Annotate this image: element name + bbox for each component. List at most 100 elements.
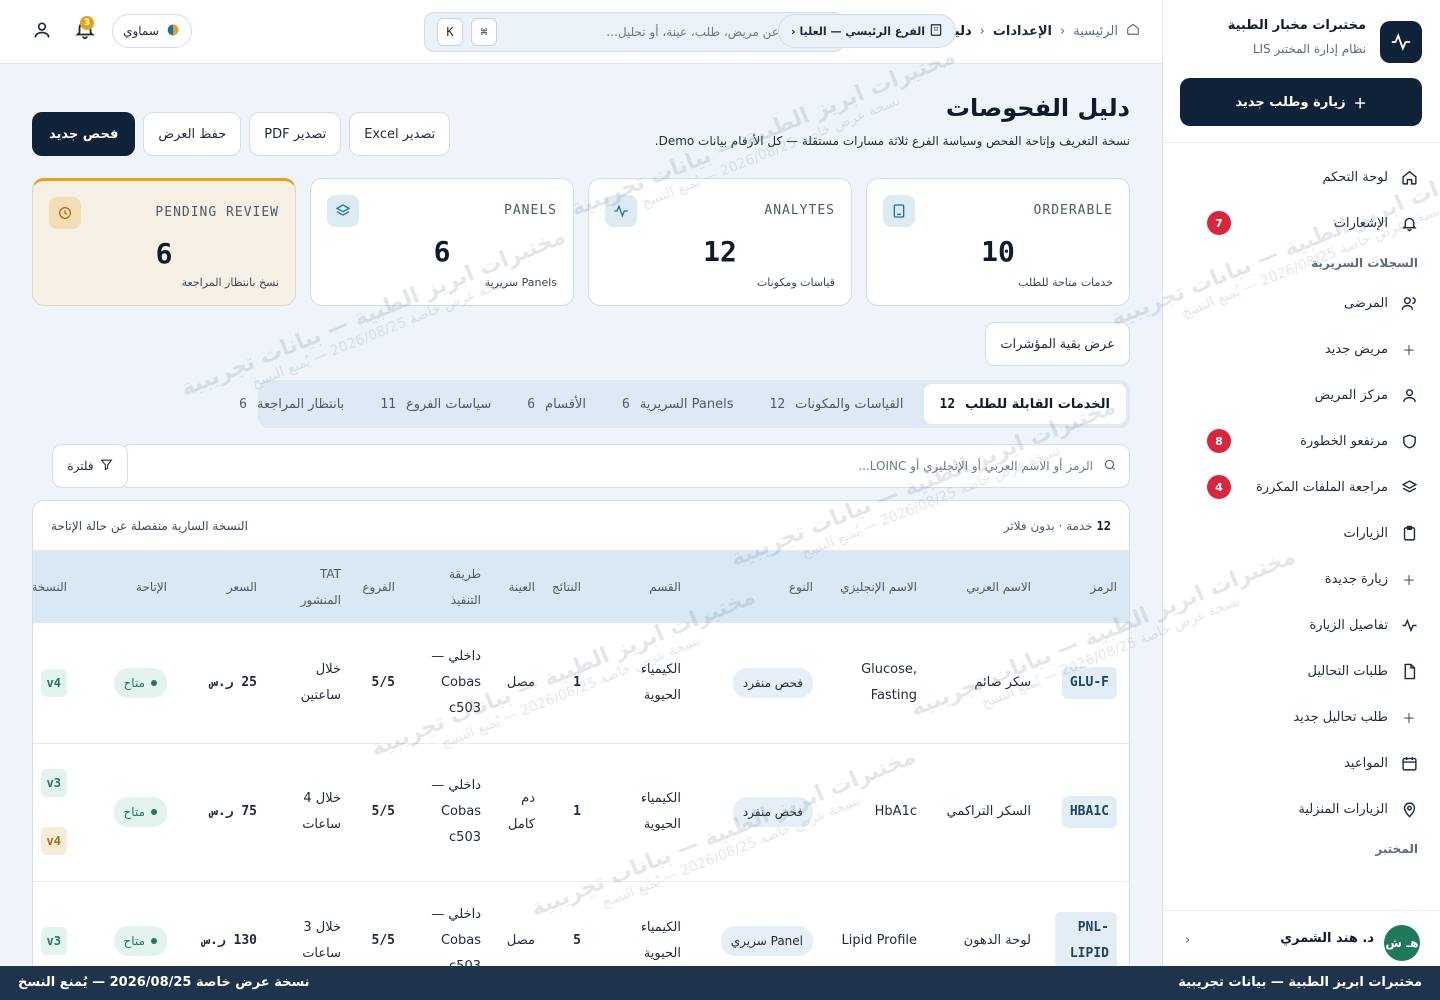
tab-count: 6: [527, 396, 536, 412]
theme-toggle[interactable]: سماوي: [112, 14, 192, 48]
sidebar-item-notifications[interactable]: الإشعارات 7: [1163, 200, 1440, 246]
tab-panels[interactable]: Panels السريرية 6: [606, 384, 750, 424]
sidebar-item-visits[interactable]: الزيارات: [1163, 510, 1440, 556]
branches: 5/5: [371, 674, 395, 690]
layers-icon: [327, 195, 359, 227]
test-code: GLU-F: [1061, 666, 1117, 699]
table-row[interactable]: GLU-F سكر صائم Glucose, Fasting فحص منفر…: [33, 623, 1129, 743]
tat: خلال 3 ساعات: [302, 920, 341, 961]
sample-type: دم كامل: [508, 791, 535, 832]
avatar: هـ ش: [1384, 925, 1420, 961]
sidebar-item-label: الإشعارات: [1333, 215, 1388, 231]
results-count: 1: [573, 674, 581, 690]
book-icon: [883, 195, 915, 227]
building-icon: [929, 23, 943, 40]
kpi-value: 6: [433, 235, 451, 268]
col-version[interactable]: النسخة: [33, 551, 79, 623]
english-name: Lipid Profile: [841, 933, 917, 948]
sidebar-item-new-visit[interactable]: ＋ زيارة جديدة: [1163, 556, 1440, 602]
shortcut-k: K: [437, 18, 463, 46]
kpi-panels[interactable]: PANELS 6 Panels سريرية: [310, 178, 574, 306]
table-count-number: 12: [1096, 519, 1111, 533]
table-note: النسخة السارية منفصلة عن حالة الإتاحة: [51, 519, 248, 533]
export-pdf-button[interactable]: تصدير PDF: [249, 112, 342, 156]
price: 75 ر.س: [210, 804, 257, 819]
col-type[interactable]: النوع: [693, 551, 825, 623]
catalog-search-input[interactable]: الرمز أو الاسم العربي أو الإنجليزي أو LO…: [120, 444, 1130, 488]
new-test-button[interactable]: فحص جديد: [32, 112, 136, 156]
sidebar-item-test-orders[interactable]: طلبات التحاليل: [1163, 648, 1440, 694]
col-tat[interactable]: TAT المنشور: [269, 551, 353, 623]
col-availability[interactable]: الإتاحة: [79, 551, 179, 623]
notifications-button[interactable]: 3: [68, 16, 96, 46]
col-department[interactable]: القسم: [593, 551, 693, 623]
results-count: 5: [573, 933, 581, 948]
kpi-analytes[interactable]: ANALYTES 12 قياسات ومكونات: [588, 178, 852, 306]
sidebar: مختبرات مخبار الطبية نظام إدارة المختبر …: [1162, 0, 1440, 1000]
sidebar-item-new-test-order[interactable]: ＋ طلب تحاليل جديد: [1163, 694, 1440, 740]
method: داخلي — Cobas c503: [431, 648, 481, 716]
save-view-button[interactable]: حفظ العرض: [143, 112, 242, 156]
user-menu[interactable]: هـ ش د. هند الشمري ‹: [1163, 910, 1440, 966]
col-price[interactable]: السعر: [179, 551, 269, 623]
main-content: دليل الفحوصات نسخة التعريف وإتاحة الفحص …: [0, 64, 1162, 966]
show-more-metrics-button[interactable]: عرض بقية المؤشرات: [985, 322, 1130, 366]
kpi-pending-review[interactable]: PENDING REVIEW 6 نسخ بانتظار المراجعة: [32, 178, 296, 306]
sidebar-item-visit-details[interactable]: تفاصيل الزيارة: [1163, 602, 1440, 648]
shield-icon: [1400, 432, 1418, 450]
tab-count: 12: [769, 396, 786, 412]
availability-label: متاح: [123, 934, 145, 948]
table-row[interactable]: PNL-LIPID لوحة الدهون Lipid Profile Pane…: [33, 881, 1129, 966]
sidebar-item-appointments[interactable]: المواعيد: [1163, 740, 1440, 786]
user-icon: [1400, 386, 1418, 404]
sidebar-item-duplicate-review[interactable]: مراجعة الملفات المكررة 4: [1163, 464, 1440, 510]
chevron-left-icon: ‹: [1185, 933, 1191, 948]
table-row[interactable]: HBA1C السكر التراكمي HbA1c فحص منفرد الك…: [33, 743, 1129, 881]
sidebar-item-home-visits[interactable]: الزيارات المنزلية: [1163, 786, 1440, 832]
tab-count: 6: [621, 396, 630, 412]
sidebar-item-patients[interactable]: المرضى: [1163, 280, 1440, 326]
method: داخلي — Cobas c503: [431, 907, 481, 966]
tab-label: الأقسام: [545, 396, 586, 412]
account-button[interactable]: [28, 20, 52, 44]
col-english-name[interactable]: الاسم الإنجليزي: [825, 551, 929, 623]
home-icon: [1126, 22, 1140, 40]
sidebar-item-new-patient[interactable]: ＋ مريض جديد: [1163, 326, 1440, 372]
tab-label: سياسات الفروع: [405, 396, 492, 412]
branch-selector[interactable]: الفرع الرئيسي — العليا ‹: [778, 14, 956, 48]
catalog-table: الرمز الاسم العربي الاسم الإنجليزي النوع…: [33, 551, 1129, 966]
sidebar-item-label: المرضى: [1343, 295, 1388, 311]
tab-branch-policies[interactable]: سياسات الفروع 11: [364, 384, 507, 424]
col-sample[interactable]: العينة: [493, 551, 547, 623]
branch-label: الفرع الرئيسي — العليا: [799, 24, 926, 38]
sidebar-item-label: طلبات التحاليل: [1307, 663, 1388, 679]
sidebar-item-patient-center[interactable]: مركز المريض: [1163, 372, 1440, 418]
arabic-name: السكر التراكمي: [946, 804, 1031, 819]
tab-pending-review[interactable]: بانتظار المراجعة 6: [223, 384, 360, 424]
col-results[interactable]: النتائج: [547, 551, 593, 623]
sidebar-item-dashboard[interactable]: لوحة التحكم: [1163, 154, 1440, 200]
tab-orderable[interactable]: الخدمات القابلة للطلب 12: [923, 384, 1126, 424]
breadcrumb-settings[interactable]: الإعدادات: [993, 24, 1052, 39]
new-visit-button[interactable]: ＋ زيارة وطلب جديد: [1180, 78, 1422, 126]
tab-analytes[interactable]: القياسات والمكونات 12: [754, 384, 920, 424]
sidebar-item-high-risk[interactable]: مرتفعو الخطورة 8: [1163, 418, 1440, 464]
test-code: HBA1C: [1061, 796, 1117, 828]
col-method[interactable]: طريقة التنفيذ: [407, 551, 493, 623]
export-excel-button[interactable]: تصدير Excel: [349, 112, 451, 156]
col-arabic-name[interactable]: الاسم العربي: [929, 551, 1043, 623]
kpi-label: PANELS: [504, 203, 557, 218]
home-icon: [1400, 168, 1418, 186]
tab-departments[interactable]: الأقسام 6: [511, 384, 602, 424]
col-code[interactable]: الرمز: [1043, 551, 1129, 623]
sample-type: مصل: [506, 933, 535, 948]
version-badge: v4: [40, 668, 67, 697]
kpi-orderable[interactable]: ORDERABLE 10 خدمات متاحة للطلب: [866, 178, 1130, 306]
availability-badge: متاح: [113, 797, 167, 827]
clipboard-icon: [1400, 524, 1418, 542]
breadcrumb-home[interactable]: الرئيسية: [1073, 24, 1118, 39]
col-branches[interactable]: الفروع: [353, 551, 407, 623]
status-dot: [151, 938, 157, 944]
filter-button[interactable]: فلترة: [52, 444, 128, 488]
layers-icon: [1400, 478, 1418, 496]
